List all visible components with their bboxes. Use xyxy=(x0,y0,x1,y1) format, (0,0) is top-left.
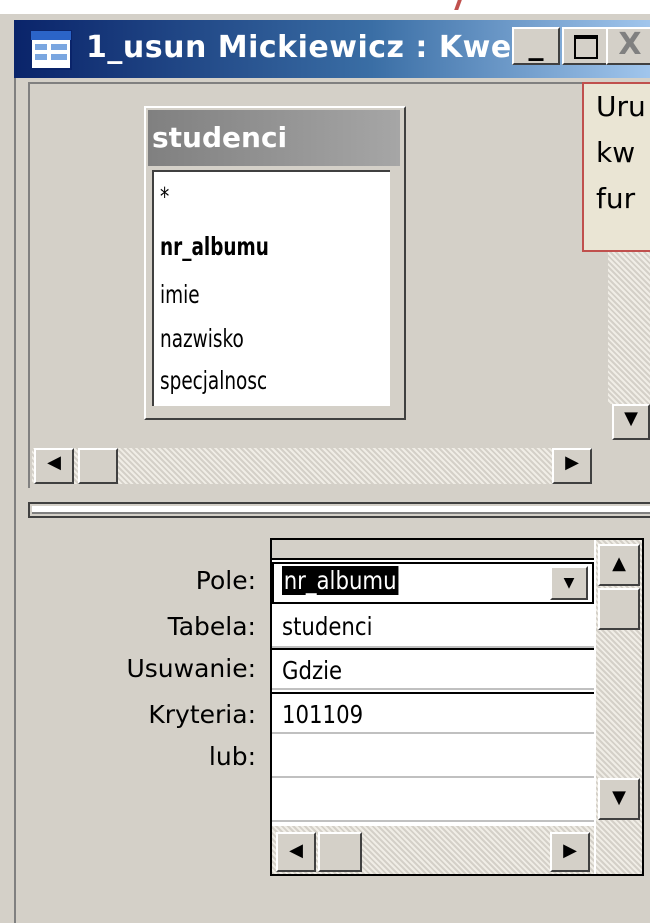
window-title: 1_usun Mickiewicz : Kwer... xyxy=(86,30,559,65)
window-left-border xyxy=(14,78,18,923)
field-item[interactable]: specjalnosc xyxy=(160,366,267,395)
upper-scroll-down-button[interactable]: ▼ xyxy=(612,404,650,440)
upper-vertical-scrollbar[interactable] xyxy=(608,252,650,404)
field-item[interactable]: * xyxy=(160,182,169,211)
scroll-up-icon: ▲ xyxy=(612,553,626,574)
scroll-right-icon: ▶ xyxy=(563,840,577,861)
pane-splitter-line xyxy=(32,506,650,514)
cell-pole-value[interactable]: nr_albumu xyxy=(282,566,399,595)
scroll-left-icon: ◀ xyxy=(47,452,61,473)
grid-scroll-up-button[interactable]: ▲ xyxy=(598,544,640,586)
upper-scroll-left-button[interactable]: ◀ xyxy=(34,448,74,484)
cell-tabela-value[interactable]: studenci xyxy=(282,612,372,641)
field-item-primary-key[interactable]: nr_albumu xyxy=(160,232,269,261)
grid-horizontal-thumb[interactable] xyxy=(318,832,362,872)
field-dropdown-button[interactable]: ▼ xyxy=(550,566,588,600)
minimize-icon: _ xyxy=(528,27,544,62)
field-item[interactable]: imie xyxy=(160,280,200,309)
tooltip-text: kw xyxy=(596,136,636,169)
top-accent xyxy=(454,0,462,10)
cell-kryteria-value[interactable]: 101109 xyxy=(282,700,363,729)
close-icon: X xyxy=(618,27,642,62)
query-window-icon xyxy=(30,30,72,70)
grid-scroll-down-button[interactable]: ▼ xyxy=(598,778,640,820)
maximize-icon xyxy=(574,35,598,59)
tooltip-text: fur xyxy=(596,182,636,215)
row-label-kryteria: Kryteria: xyxy=(148,700,256,729)
cell-lub[interactable] xyxy=(272,736,594,778)
scroll-left-icon: ◀ xyxy=(289,840,303,861)
field-item[interactable]: nazwisko xyxy=(160,324,244,353)
upper-horizontal-thumb[interactable] xyxy=(78,448,118,484)
upper-scroll-right-button[interactable]: ▶ xyxy=(552,448,592,484)
cell-empty[interactable] xyxy=(272,780,594,822)
chevron-down-icon: ▼ xyxy=(563,575,575,591)
column-selector[interactable] xyxy=(272,540,594,560)
close-button[interactable]: X xyxy=(606,27,650,65)
row-label-usuwanie: Usuwanie: xyxy=(126,654,256,683)
minimize-button[interactable]: _ xyxy=(512,27,560,65)
row-label-pole: Pole: xyxy=(195,566,256,595)
grid-scroll-right-button[interactable]: ▶ xyxy=(550,832,590,872)
grid-vertical-thumb[interactable] xyxy=(598,588,640,630)
grid-scroll-left-button[interactable]: ◀ xyxy=(276,832,316,872)
scroll-down-icon: ▼ xyxy=(612,787,626,808)
row-label-tabela: Tabela: xyxy=(167,612,256,641)
table-name-header[interactable]: studenci xyxy=(148,110,400,166)
cell-usuwanie-value[interactable]: Gdzie xyxy=(282,656,342,685)
row-label-lub: lub: xyxy=(208,742,256,771)
tooltip-text: Uru xyxy=(596,90,646,123)
selected-field-text: nr_albumu xyxy=(282,566,399,595)
maximize-button[interactable] xyxy=(562,27,610,65)
scroll-down-icon: ▼ xyxy=(624,408,638,429)
scroll-right-icon: ▶ xyxy=(565,452,579,473)
